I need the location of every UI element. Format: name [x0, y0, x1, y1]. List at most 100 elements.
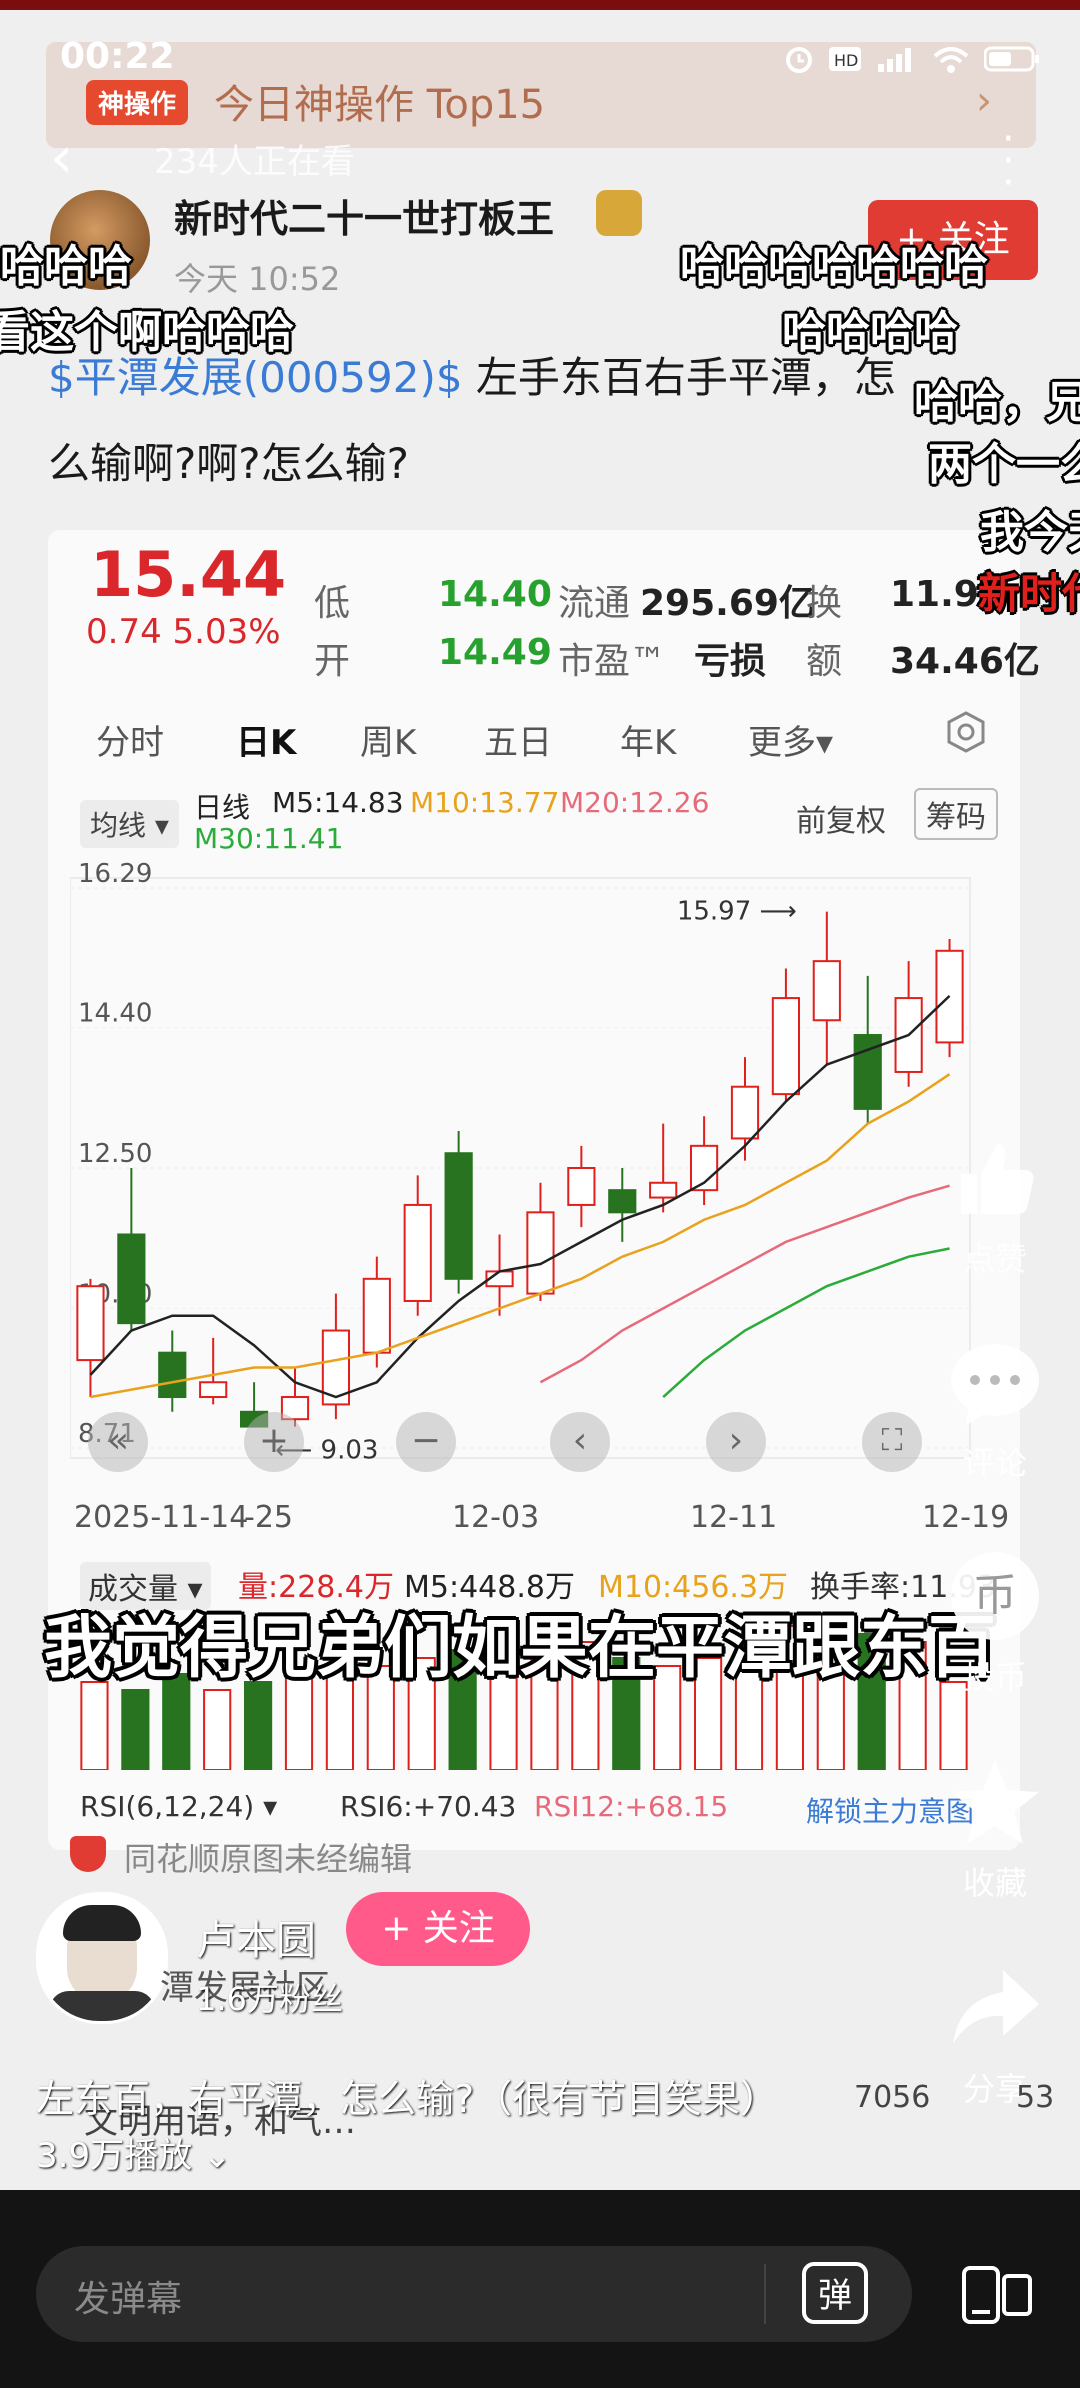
- stock-link[interactable]: $平潭发展(000592)$: [48, 353, 463, 402]
- candle-body: [444, 1152, 473, 1280]
- coin-icon: 币: [951, 1552, 1039, 1640]
- rsi-dropdown[interactable]: RSI(6,12,24) ▾: [80, 1790, 277, 1823]
- adjust-label[interactable]: 前复权: [796, 796, 886, 840]
- play-count-text: 3.9万播放: [36, 2136, 193, 2176]
- back-icon[interactable]: ‹: [50, 128, 73, 186]
- stock-change: 0.74 5.03%: [86, 612, 281, 652]
- more-icon[interactable]: · · ·: [1002, 119, 1015, 203]
- prev-icon[interactable]: ‹: [550, 1412, 610, 1472]
- uploader-avatar[interactable]: [36, 1892, 168, 2024]
- high-label: 15.97 ⟶: [677, 897, 797, 927]
- ma-line-m30: [662, 1247, 950, 1398]
- signal-icon: [878, 48, 911, 72]
- bg-count-2: 53: [1016, 2080, 1055, 2115]
- ma-line-m10: [90, 1073, 951, 1399]
- post-time: 今天 10:52: [174, 260, 341, 298]
- open-value: 14.49: [438, 632, 552, 673]
- tab-daily[interactable]: 日K: [236, 715, 296, 764]
- candle-body: [812, 960, 841, 1022]
- tab-more[interactable]: 更多▾: [748, 715, 833, 764]
- amount-value: 34.46亿: [890, 641, 1040, 682]
- ma-m20: M20:12.26: [560, 786, 710, 819]
- y-tick-label: 12.50: [78, 1139, 152, 1169]
- wifi-icon: [933, 47, 969, 73]
- float-label: 流通: [558, 583, 631, 624]
- x-tick-2: 12-03: [452, 1500, 540, 1535]
- stock-price: 15.44: [90, 538, 287, 611]
- author-name[interactable]: 新时代二十一世打板王: [174, 188, 554, 243]
- share-arrow-icon: [953, 1970, 1039, 2044]
- shield-icon: [70, 1836, 106, 1872]
- screen-mode-icon[interactable]: [960, 2264, 1034, 2326]
- zoom-out-far-icon[interactable]: «: [88, 1412, 148, 1472]
- candle-body: [649, 1181, 678, 1199]
- danmaku-7: 我今天: [980, 507, 1080, 558]
- chips-button[interactable]: 筹码: [914, 788, 998, 840]
- status-icons: HD: [784, 44, 1040, 74]
- x-tick-3: 12-11: [690, 1500, 778, 1535]
- candle-body: [608, 1189, 637, 1214]
- zoom-out-icon[interactable]: −: [396, 1412, 456, 1472]
- candle-body: [403, 1203, 432, 1302]
- status-time: 00:22: [60, 36, 175, 77]
- ma-m30: M30:11.41: [194, 822, 344, 855]
- like-button[interactable]: 点赞: [940, 1130, 1050, 1280]
- danmaku-5: 哈哈，兄: [914, 377, 1080, 428]
- ma-type: 日线: [194, 791, 251, 824]
- danmaku-6: 两个一么: [928, 439, 1080, 490]
- coin-label: 投币: [962, 1658, 1027, 1696]
- x-tick-0: 2025-11-14: [74, 1500, 249, 1535]
- star-icon: [951, 1760, 1039, 1844]
- banner-title[interactable]: 今日神操作 Top15: [214, 72, 545, 130]
- danmaku-2: 看这个啊哈哈哈: [0, 307, 294, 358]
- danmaku-toggle-icon[interactable]: 弹: [802, 2262, 868, 2324]
- candle-body: [158, 1351, 187, 1399]
- uploader-fans: 1.6万粉丝: [196, 1980, 343, 2018]
- comment-label: 评论: [962, 1444, 1027, 1482]
- video-frame[interactable]: 神操作 今日神操作 Top15 › 00:22 HD ‹ 234人正在看 · · ·…: [0, 0, 1080, 2190]
- thumbs-up-icon: [961, 1144, 1034, 1214]
- badge-icon: [596, 190, 642, 236]
- x-tick-4: 12-19: [922, 1500, 1010, 1535]
- open-label: 开: [314, 641, 351, 682]
- tab-yearly[interactable]: 年K: [620, 715, 676, 764]
- comment-button[interactable]: 评论: [940, 1340, 1050, 1484]
- zoom-in-icon[interactable]: +: [244, 1412, 304, 1472]
- volume-bar: [80, 1681, 109, 1770]
- low-label: 低: [314, 583, 351, 624]
- rsi6: RSI6:+70.43: [340, 1790, 517, 1823]
- chevron-right-icon[interactable]: ›: [976, 78, 992, 124]
- y-tick-label: 16.29: [78, 859, 152, 889]
- tab-five-day[interactable]: 五日: [484, 715, 552, 764]
- video-caption: 我觉得兄弟们如果在平潭跟东百: [44, 1609, 997, 1688]
- top-accent-line: [0, 0, 1080, 10]
- video-title: 左东百，右平潭，怎么输?（很有节目笑果）: [36, 2077, 779, 2121]
- float-value: 295.69亿: [640, 583, 815, 624]
- danmaku-input[interactable]: 发弹幕 弹: [36, 2246, 912, 2342]
- danmaku-8: 新时代: [978, 569, 1080, 618]
- tab-intraday[interactable]: 分时: [96, 715, 164, 764]
- ma-dropdown[interactable]: 均线 ▾: [80, 800, 179, 848]
- kline-chart: 16.2914.4012.5010.608.7115.97 ⟶⟵ 9.03: [70, 859, 971, 1466]
- coin-button[interactable]: 币 投币: [940, 1548, 1050, 1698]
- post-text-line2: 么输啊?啊?怎么输?: [48, 439, 409, 488]
- next-icon[interactable]: ›: [706, 1412, 766, 1472]
- candle-body: [567, 1167, 596, 1206]
- tab-weekly[interactable]: 周K: [360, 715, 416, 764]
- volume-bar: [121, 1689, 150, 1770]
- comment-icon: [951, 1344, 1039, 1426]
- collect-label: 收藏: [962, 1864, 1027, 1902]
- source-note: 同花顺原图未经编辑: [124, 1840, 413, 1878]
- fullscreen-icon[interactable]: ⛶: [862, 1412, 922, 1472]
- battery-icon: [984, 46, 1039, 72]
- play-count[interactable]: 3.9万播放 ⌄: [36, 2128, 231, 2177]
- candle-body: [199, 1381, 228, 1399]
- collect-button[interactable]: 收藏: [940, 1754, 1050, 1904]
- volume-bar: [244, 1681, 273, 1770]
- uploader-name[interactable]: 卢本圆: [196, 1908, 316, 1966]
- uploader-follow-button[interactable]: + 关注: [346, 1892, 530, 1966]
- x-tick-1: -25: [244, 1500, 293, 1535]
- settings-icon[interactable]: [944, 710, 988, 754]
- svg-text:HD: HD: [834, 51, 858, 70]
- turnover-label: 换: [806, 583, 843, 624]
